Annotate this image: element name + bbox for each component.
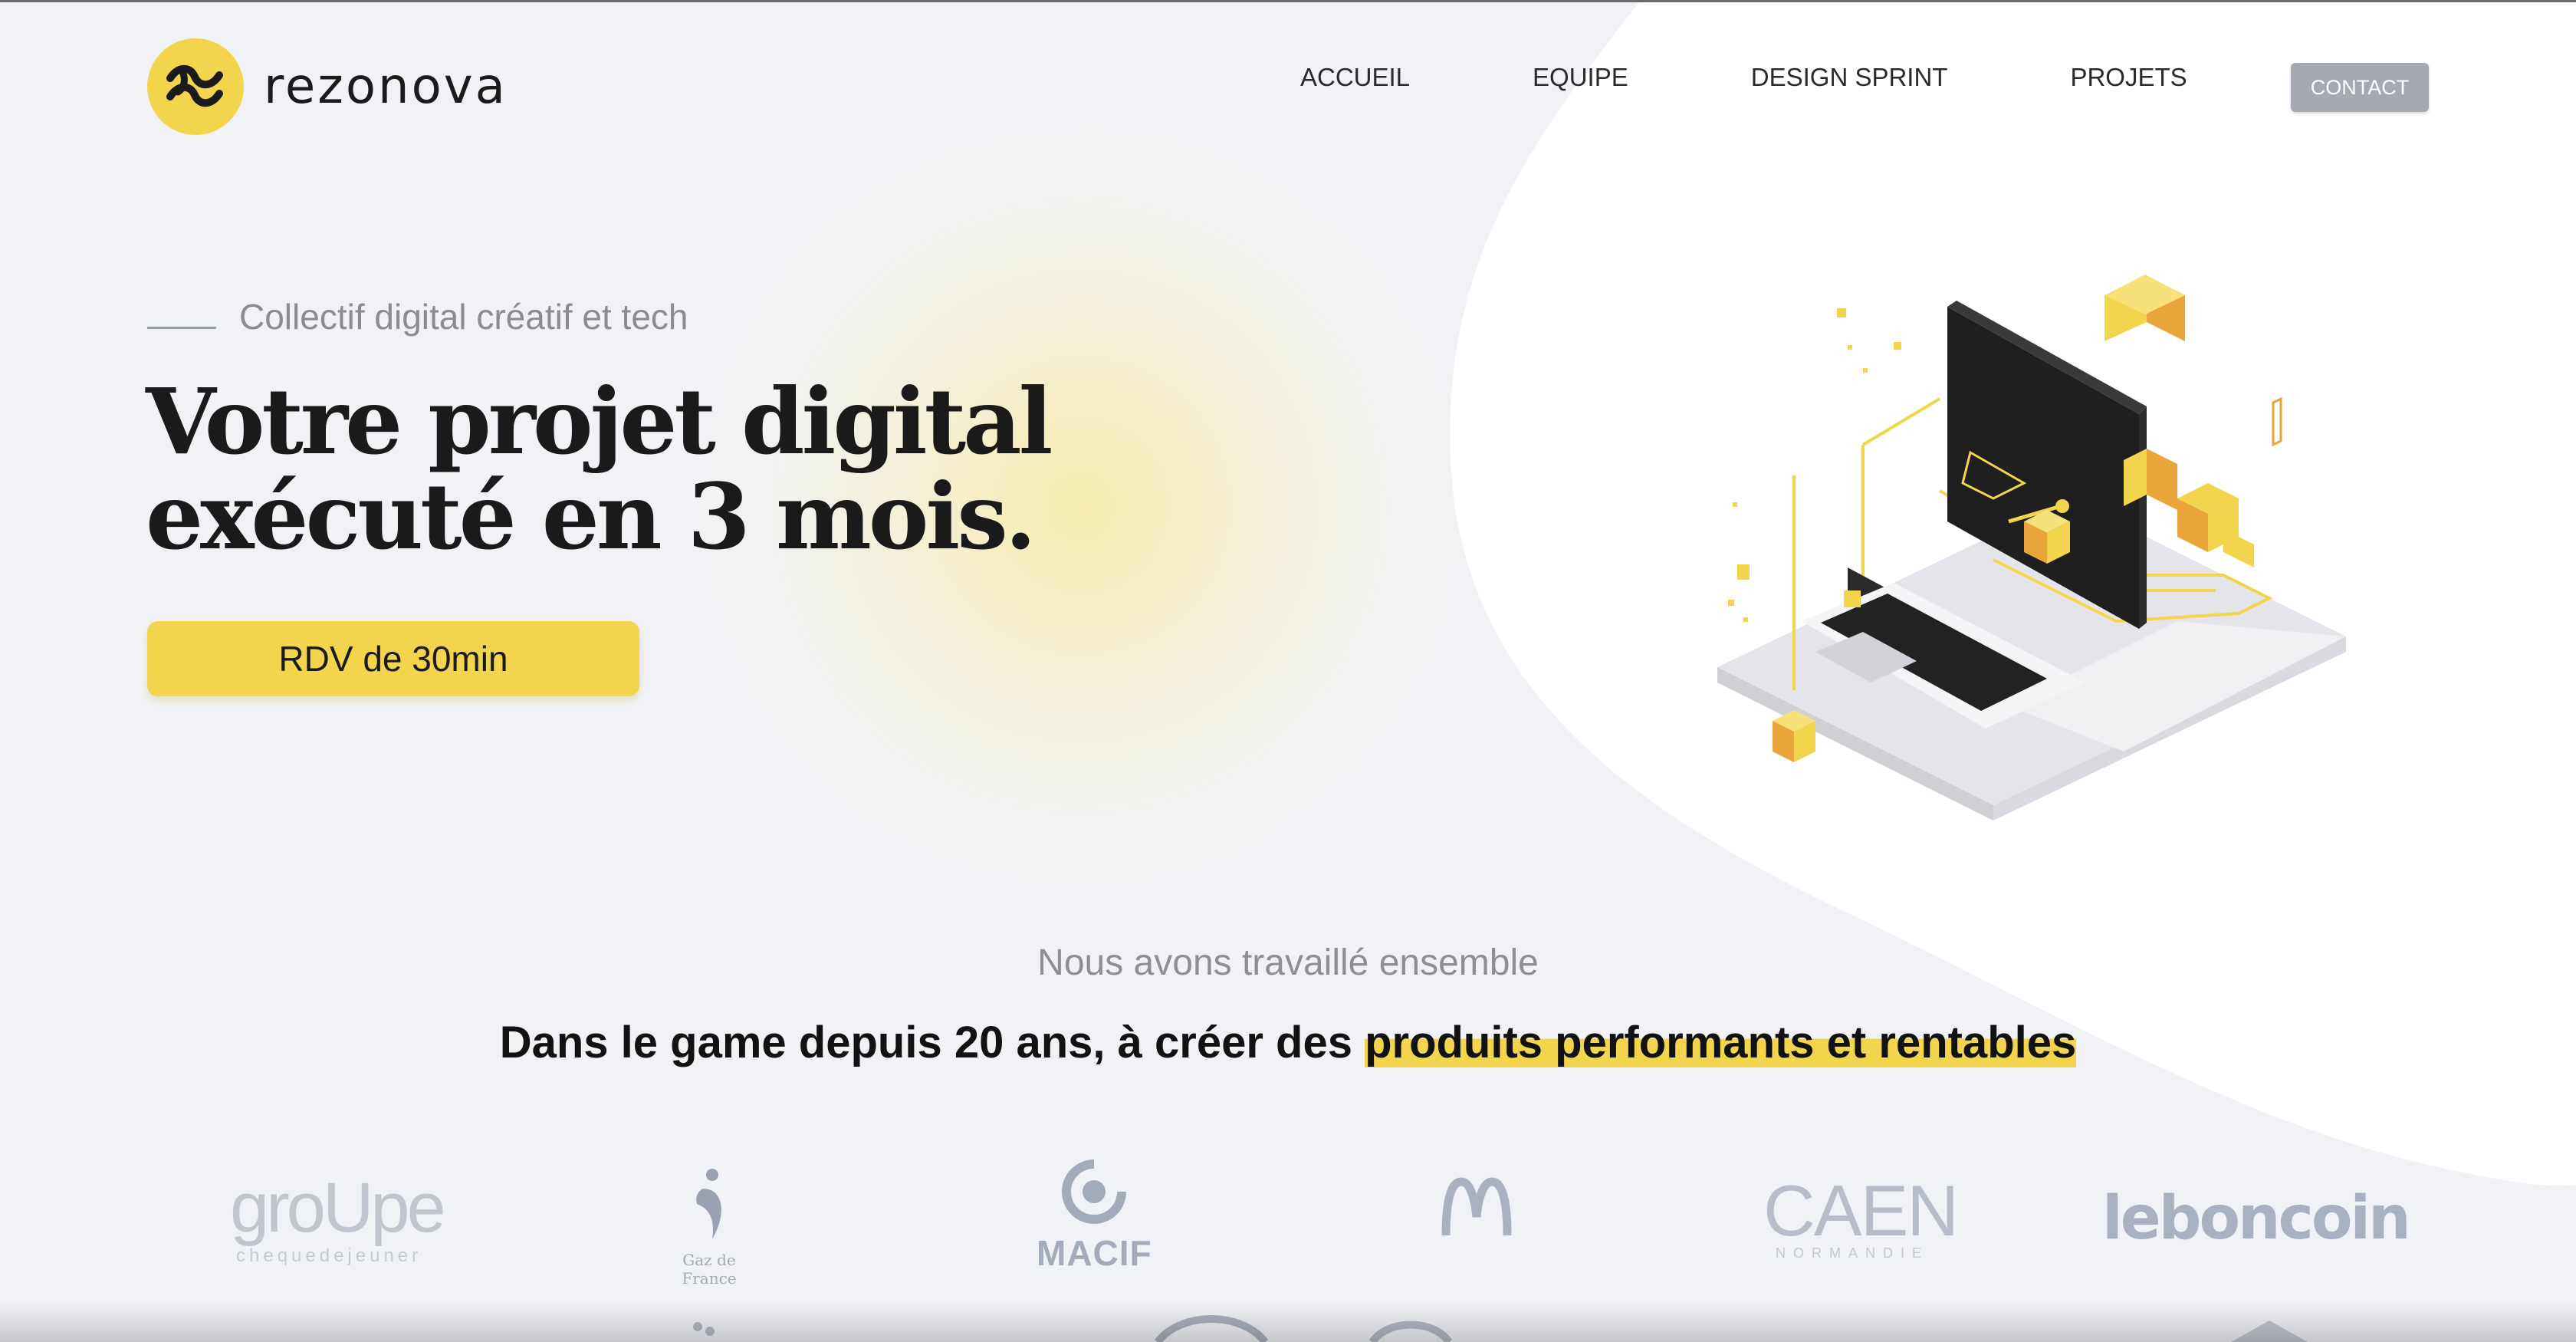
clients-title-plain: Dans le game depuis 20 ans, à créer des <box>499 1018 1365 1067</box>
hero-title-line1: Votre projet digital <box>146 368 1053 475</box>
bottom-shadow <box>0 1304 2576 1342</box>
contact-button[interactable]: CONTACT <box>2291 63 2429 112</box>
nav-equipe[interactable]: EQUIPE <box>1533 63 1628 92</box>
logo-chequedejeuner-text: chequedejeuner <box>236 1245 422 1266</box>
gaz-de-france-icon <box>696 1169 721 1239</box>
tagline-divider <box>147 326 216 329</box>
logo-leboncoin: leboncoin <box>2102 1184 2411 1253</box>
nav-accueil[interactable]: ACCUEIL <box>1300 63 1410 92</box>
clients-subtitle: Nous avons travaillé ensemble <box>1037 942 1539 983</box>
logo-gaz-de-france-text: Gaz de France <box>682 1251 737 1288</box>
client-logos-row: groUpe chequedejeuner Gaz de France MACI… <box>0 1150 2576 1296</box>
logo-caen-text: CAEN <box>1763 1170 1959 1251</box>
brand-logo[interactable]: rezonova <box>147 38 508 135</box>
window-top-edge <box>0 0 2576 2</box>
logo-caen-normandie: CAEN NORMANDIE <box>1763 1170 1959 1261</box>
mcdonalds-arches-icon <box>1441 1177 1512 1236</box>
logo-mcdonalds <box>1441 1177 1512 1242</box>
logo-macif-text: MACIF <box>1037 1233 1152 1273</box>
nav-design-sprint[interactable]: DESIGN SPRINT <box>1751 63 1948 92</box>
hero-title-line2: exécuté en 3 mois. <box>146 463 1037 570</box>
clients-title-highlight: produits performants et rentables <box>1365 1018 2077 1067</box>
hero-tagline: Collectif digital créatif et tech <box>147 296 688 337</box>
main-nav: ACCUEIL EQUIPE DESIGN SPRINT PROJETS <box>1300 63 2187 92</box>
rezonova-logo-icon <box>147 38 244 135</box>
hero-title: Votre projet digital exécuté en 3 mois. <box>146 374 1066 564</box>
logo-gaz-de-france: Gaz de France <box>667 1166 751 1288</box>
clients-title: Dans le game depuis 20 ans, à créer des … <box>0 1017 2576 1068</box>
logo-macif: MACIF <box>1037 1159 1152 1274</box>
isometric-computer-laptop-illustration <box>1717 275 2346 821</box>
nav-projets[interactable]: PROJETS <box>2070 63 2187 92</box>
cta-rdv-button[interactable]: RDV de 30min <box>147 621 639 696</box>
macif-icon <box>1062 1159 1126 1224</box>
brand-name: rezonova <box>264 58 508 115</box>
logo-groupe-chequedejeuner: groUpe chequedejeuner <box>230 1169 446 1267</box>
tagline-text: Collectif digital créatif et tech <box>239 297 688 337</box>
logo-groupe-text: groUpe <box>230 1169 446 1247</box>
